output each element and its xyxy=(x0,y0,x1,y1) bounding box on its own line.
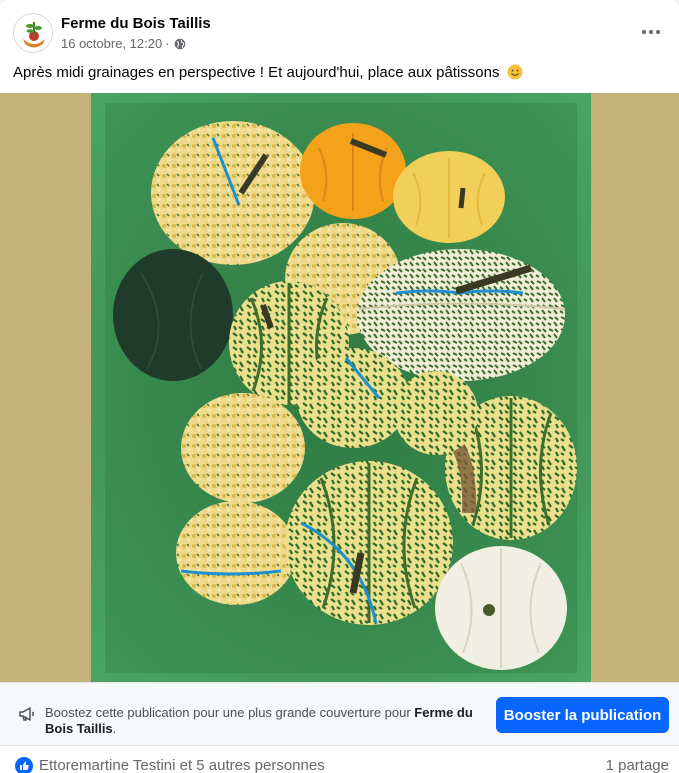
boost-description: Boostez cette publication pour une plus … xyxy=(45,705,485,737)
like-icon[interactable] xyxy=(15,757,33,773)
meta-separator: · xyxy=(165,36,170,51)
reactions-bar: Ettoremartine Testini et 5 autres person… xyxy=(0,746,679,773)
post-timestamp[interactable]: 16 octobre, 12:20 xyxy=(61,36,162,51)
shares-count-link[interactable]: 1 partage xyxy=(606,757,669,773)
caption-text: Après midi grainages en perspective ! Et… xyxy=(13,64,500,81)
page-name-link[interactable]: Ferme du Bois Taillis xyxy=(61,15,211,32)
boost-text-prefix: Boostez cette publication pour une plus … xyxy=(45,705,415,720)
more-dot-icon xyxy=(642,30,646,34)
post-header: Ferme du Bois Taillis 16 octobre, 12:20 … xyxy=(0,0,679,60)
post-caption: Après midi grainages en perspective ! Et… xyxy=(13,63,663,83)
more-dot-icon xyxy=(649,30,653,34)
boost-text-suffix: . xyxy=(112,721,117,736)
more-options-button[interactable] xyxy=(637,18,665,46)
globe-icon xyxy=(174,38,185,49)
post-meta: 16 octobre, 12:20 · xyxy=(61,36,186,51)
megaphone-icon xyxy=(19,707,34,721)
post-photo[interactable] xyxy=(0,93,679,682)
page-avatar[interactable] xyxy=(13,13,53,53)
farm-logo-icon xyxy=(15,15,52,52)
more-dot-icon xyxy=(656,30,660,34)
boost-bar: Boostez cette publication pour une plus … xyxy=(0,682,679,746)
boost-post-button[interactable]: Booster la publication xyxy=(496,697,669,733)
reaction-names-link[interactable]: Ettoremartine Testini et 5 autres person… xyxy=(39,757,325,773)
squash-crate-image xyxy=(91,93,591,682)
smiling-face-icon xyxy=(507,64,523,80)
facebook-post: Ferme du Bois Taillis 16 octobre, 12:20 … xyxy=(0,0,679,773)
